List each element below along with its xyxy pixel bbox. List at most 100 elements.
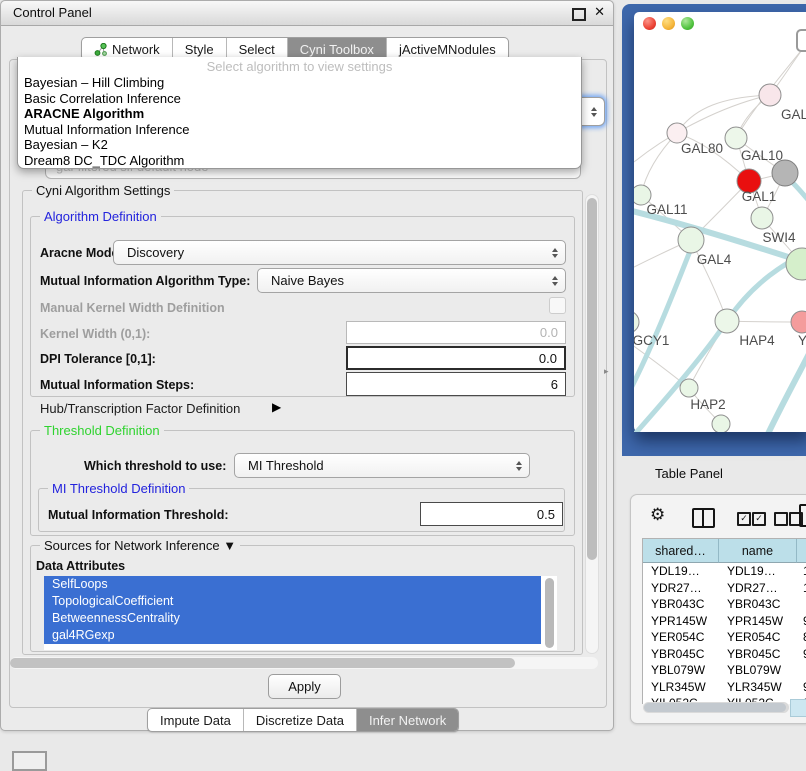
tab-discretize-data[interactable]: Discretize Data [243,709,356,731]
hub-definition-label[interactable]: Hub/Transcription Factor Definition [40,401,240,416]
checkbox-checked-icon[interactable]: ✓ [752,512,766,526]
attribute-item-topologicalcoefficient[interactable]: TopologicalCoefficient [44,593,541,610]
expand-arrow-icon[interactable]: ▶ [272,400,281,414]
network-node[interactable] [680,379,698,397]
tab-impute-data[interactable]: Impute Data [148,709,243,731]
node-label-gal10: GAL10 [741,148,783,163]
tab-label: Cyni Toolbox [300,42,374,57]
partial-button[interactable] [12,751,47,771]
table-cell: YBL079W [719,663,797,677]
tab-label: Network [112,42,160,57]
column-header-shared[interactable]: shared… [643,539,719,563]
page-icon[interactable] [799,504,806,527]
data-attributes-label: Data Attributes [36,559,125,573]
table-row[interactable]: YPR145WYPR145W9. [643,613,806,630]
table-cell: YBR045C [643,647,719,661]
dropdown-item-basic-correlation-inference[interactable]: Basic Correlation Inference [18,91,581,107]
apply-button[interactable]: Apply [268,674,341,699]
mi-steps-field[interactable]: 6 [346,372,566,396]
close-icon[interactable]: ✕ [594,4,605,20]
table-cell: YDR27… [719,581,797,595]
scrollbar-thumb[interactable] [10,658,515,668]
data-attributes-list[interactable]: SelfLoopsTopologicalCoefficientBetweenne… [44,576,557,650]
settings-horizontal-scrollbar[interactable] [10,657,598,669]
settings-vertical-scrollbar[interactable] [585,194,599,654]
network-node[interactable] [712,415,730,432]
network-node[interactable] [791,311,806,333]
network-node[interactable] [772,160,798,186]
mi-steps-label: Mutual Information Steps: [40,378,194,392]
manual-kernel-width-checkbox[interactable] [549,297,566,314]
mi-threshold-field[interactable]: 0.5 [420,502,563,526]
aracne-mode-combo[interactable]: Discovery [113,240,566,265]
table-row[interactable]: YBR045CYBR045C9. [643,646,806,663]
network-edge-thick[interactable] [766,340,806,432]
table-row[interactable]: YBL079WYBL079W [643,662,806,679]
collapse-arrow-icon[interactable]: ▼ [223,538,236,553]
table-row[interactable]: YER054CYER054C8. [643,629,806,646]
column-header-name[interactable]: name [719,539,797,563]
mi-threshold-value: 0.5 [537,507,555,522]
column-header-cut[interactable] [797,539,806,563]
mi-threshold-definition-title: MI Threshold Definition [48,481,189,496]
network-node[interactable] [715,309,739,333]
attribute-item-betweennesscentrality[interactable]: BetweennessCentrality [44,610,541,627]
network-node[interactable] [678,227,704,253]
table-cell: 9. [797,647,806,661]
algorithm-combo-stepper[interactable] [580,97,605,126]
network-node[interactable] [667,123,687,143]
dropdown-item-bayesian-hill-climbing[interactable]: Bayesian – Hill Climbing [18,75,581,91]
network-edge-thick[interactable] [634,246,692,394]
mi-algorithm-type-combo[interactable]: Naive Bayes [257,268,566,293]
node-label-swi4: SWI4 [762,230,795,245]
attribute-item-gal4rgexp[interactable]: gal4RGexp [44,627,541,644]
table-cell: YBR043C [643,597,719,611]
network-edge-thick[interactable] [792,182,806,212]
split-columns-icon[interactable] [692,508,715,528]
panel-divider-grip[interactable]: ▸ [604,366,609,377]
checkbox-unchecked-icon[interactable] [774,512,788,526]
network-node[interactable] [759,84,781,106]
scrollbar-thumb[interactable] [587,198,597,560]
network-edge[interactable] [641,133,677,195]
kernel-width-field: 0.0 [346,321,566,344]
tab-label: jActiveMNodules [399,42,496,57]
table-row[interactable]: YLR345WYLR345W9. [643,679,806,696]
network-node[interactable] [751,207,773,229]
mi-steps-value: 6 [551,377,558,392]
network-graph[interactable]: GALGAL80GAL10GAL1GAL11SWI4GAL4GCY1HAP4YH… [634,12,806,432]
float-window-icon[interactable] [572,8,586,21]
network-icon [94,43,107,56]
combo-arrows-icon [552,248,558,258]
scrollbar-thumb[interactable] [644,703,786,712]
network-node[interactable] [786,248,806,280]
dropdown-item-bayesian-k2[interactable]: Bayesian – K2 [18,137,581,153]
kernel-width-value: 0.0 [540,325,558,340]
tab-infer-network[interactable]: Infer Network [356,709,458,731]
algorithm-dropdown-list: Select algorithm to view settings Bayesi… [17,57,582,169]
network-edge[interactable] [677,95,770,133]
network-canvas[interactable]: GALGAL80GAL10GAL1GAL11SWI4GAL4GCY1HAP4YH… [634,12,806,432]
checkbox-checked-icon[interactable]: ✓ [737,512,751,526]
mi-threshold-label: Mutual Information Threshold: [48,508,229,522]
table-cell: YDL19… [643,564,719,578]
dropdown-item-mutual-information-inference[interactable]: Mutual Information Inference [18,122,581,138]
node-label-gal4: GAL4 [697,252,732,267]
gear-icon[interactable]: ⚙ [650,505,665,525]
kernel-width-label: Kernel Width (0,1): [40,327,150,341]
which-threshold-combo[interactable]: MI Threshold [234,453,530,478]
dpi-tolerance-label: DPI Tolerance [0,1]: [40,352,156,366]
network-node[interactable] [634,311,639,333]
dropdown-item-dream8-dc-tdc-algorithm[interactable]: Dream8 DC_TDC Algorithm [18,153,581,169]
node-attribute-table[interactable]: shared…name YDL19…YDL19…13YDR27…YDR27…12… [642,538,806,704]
network-node[interactable] [725,127,747,149]
list-scrollbar[interactable] [545,578,554,648]
dropdown-item-aracne-algorithm[interactable]: ARACNE Algorithm [18,106,581,122]
table-row[interactable]: YBR043CYBR043C [643,596,806,613]
table-panel-title: Table Panel [655,466,723,481]
table-row[interactable]: YDR27…YDR27…12 [643,580,806,597]
dpi-tolerance-field[interactable]: 0.0 [346,346,566,370]
table-row[interactable]: YDL19…YDL19…13 [643,563,806,580]
table-horizontal-scrollbar[interactable] [643,702,789,713]
attribute-item-selfloops[interactable]: SelfLoops [44,576,541,593]
